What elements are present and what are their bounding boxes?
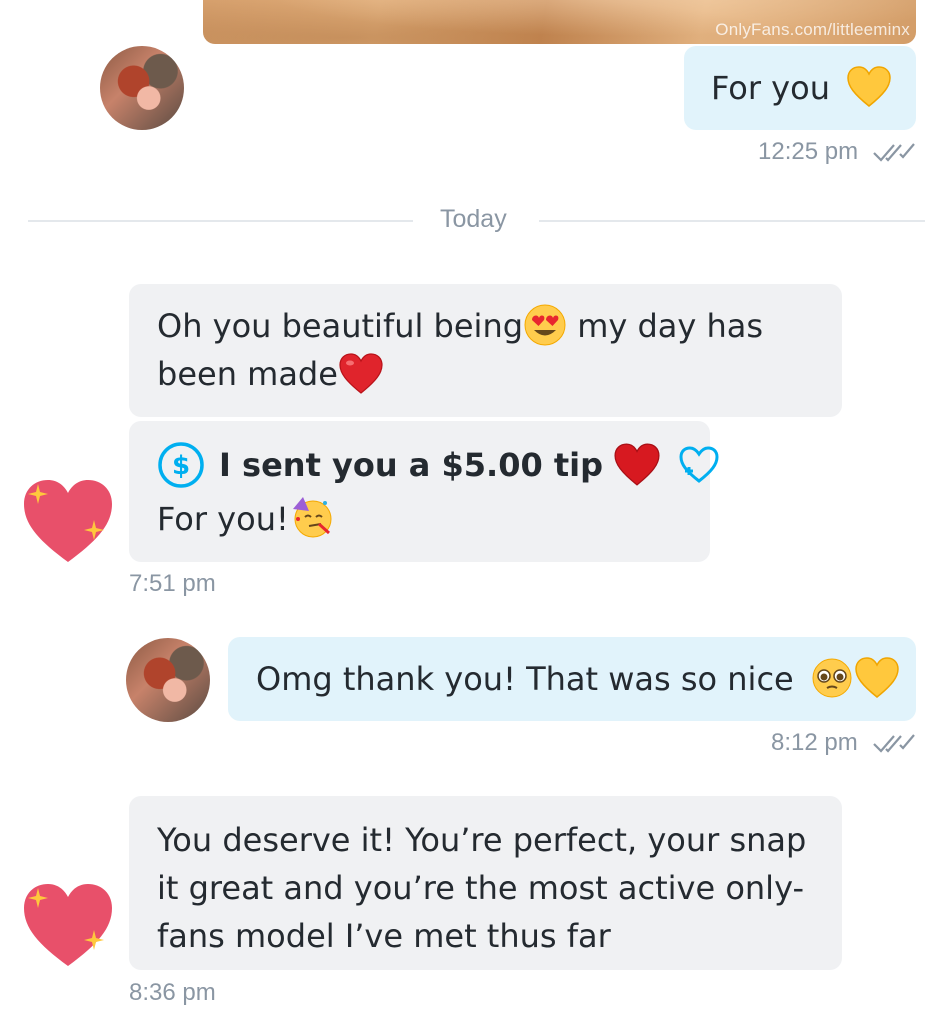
heart-eyes-emoji-icon — [524, 304, 566, 346]
message-line: it great and you’re the most active only… — [157, 869, 804, 907]
svg-text:$: $ — [172, 451, 190, 481]
heart-reaction-icon[interactable] — [677, 445, 721, 485]
tip-message-bubble[interactable]: $ I sent you a $5.00 tip For you! — [129, 421, 719, 562]
message-timestamp: 8:12 pm — [771, 729, 858, 756]
message-bubble-outgoing[interactable]: For you — [684, 46, 916, 130]
double-check-icon — [873, 143, 915, 162]
message-line-1: Oh you beautiful being my day has — [157, 302, 842, 350]
pleading-face-emoji-icon — [812, 658, 852, 698]
double-check-icon — [873, 734, 915, 753]
message-text: been made — [157, 355, 338, 393]
avatar[interactable] — [126, 638, 210, 722]
tip-amount-text: I sent you a $5.00 tip — [219, 446, 604, 484]
divider-line-left — [28, 220, 413, 222]
message-timestamp: 7:51 pm — [129, 570, 216, 597]
yellow-heart-icon — [855, 657, 899, 698]
avatar[interactable] — [100, 46, 184, 130]
yellow-heart-icon — [847, 66, 891, 107]
message-text: Oh you beautiful being — [157, 307, 524, 345]
sparkling-heart-avatar-icon[interactable] — [18, 476, 118, 566]
sparkling-heart-avatar-icon[interactable] — [18, 880, 118, 970]
tip-line: $ I sent you a $5.00 tip — [157, 441, 719, 489]
message-bubble-outgoing[interactable]: Omg thank you! That was so nice — [228, 637, 916, 721]
message-line-2: been made — [157, 350, 842, 398]
message-timestamp: 8:36 pm — [129, 979, 216, 1006]
divider-line-right — [539, 220, 925, 222]
date-divider-label: Today — [440, 205, 507, 233]
message-text: For you! — [157, 500, 289, 538]
message-line: fans model I’ve met thus far — [157, 917, 611, 955]
message-text-continued: my day has — [567, 307, 764, 345]
dollar-coin-icon: $ — [158, 442, 204, 488]
message-bubble-incoming[interactable]: You deserve it! You’re perfect, your sna… — [129, 796, 842, 970]
message-text: Omg thank you! That was so nice — [256, 660, 794, 698]
media-preview-image[interactable]: OnlyFans.com/littleeminx — [203, 0, 916, 44]
red-heart-emoji-icon — [339, 353, 383, 394]
message-text: For you — [711, 69, 830, 107]
message-line: You deserve it! You’re perfect, your sna… — [157, 821, 807, 859]
red-heart-emoji-icon — [614, 443, 660, 486]
tip-message-line: For you! — [157, 495, 710, 543]
message-timestamp: 12:25 pm — [758, 138, 859, 165]
media-watermark: OnlyFans.com/littleeminx — [715, 20, 910, 39]
message-bubble-incoming[interactable]: Oh you beautiful being my day has been m… — [129, 284, 842, 417]
partying-face-emoji-icon — [292, 497, 332, 538]
